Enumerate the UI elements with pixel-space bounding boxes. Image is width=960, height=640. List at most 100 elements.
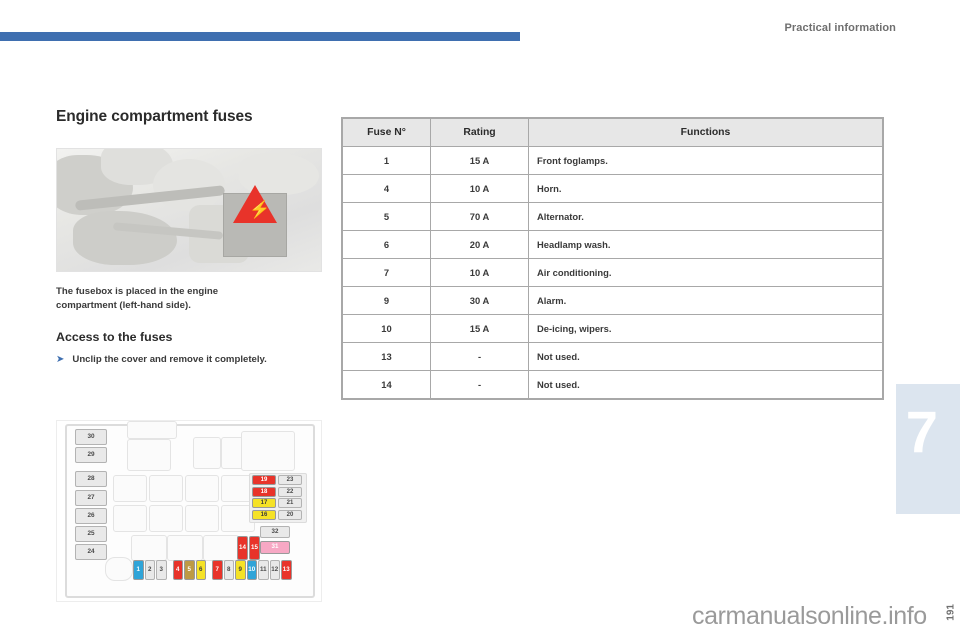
cell-rating: -: [430, 342, 529, 371]
fuse-17: 17: [252, 498, 276, 508]
fuse-20: 20: [278, 509, 302, 520]
page-header-title: Practical information: [784, 22, 896, 34]
arrow-right-icon: ➤: [56, 353, 65, 365]
fuse-21: 21: [278, 498, 302, 508]
fuse-table-container: Fuse N° Rating Functions 1 15 A Front fogl…: [341, 117, 884, 400]
photo-shape: [73, 211, 177, 265]
cell-rating: 20 A: [430, 230, 529, 259]
fuse-5: 5: [184, 560, 195, 580]
relay-slot: [149, 505, 183, 532]
instruction-text: Unclip the cover and remove it completel…: [72, 353, 267, 365]
cell-fuse-number: 10: [342, 314, 431, 343]
fuse-6: 6: [195, 560, 206, 580]
fuse-9: 9: [235, 560, 246, 580]
table-header-row: Fuse N° Rating Functions: [342, 118, 883, 147]
left-column: Engine compartment fuses ⚡ The fusebox i…: [56, 108, 322, 366]
cell-rating: 30 A: [430, 286, 529, 315]
relay-slot: [113, 505, 147, 532]
cell-function: Horn.: [528, 174, 883, 203]
fuse-32: 32: [260, 526, 290, 538]
fuse-8: 8: [223, 560, 234, 580]
relay-slot: [241, 431, 295, 471]
fuse-12: 12: [269, 560, 280, 580]
relay-slot: [203, 535, 239, 561]
cell-fuse-number: 6: [342, 230, 431, 259]
instruction-bullet: ➤ Unclip the cover and remove it complet…: [56, 353, 320, 366]
fuse-26: 26: [75, 508, 107, 524]
fuse-18: 18: [252, 486, 276, 497]
relay-slot: [167, 535, 203, 561]
subsection-title: Access to the fuses: [56, 329, 173, 344]
cell-rating: 15 A: [430, 146, 529, 175]
table-row: 1 15 A Front foglamps.: [342, 146, 883, 175]
table-row: 5 70 A Alternator.: [342, 202, 883, 231]
cell-function: Not used.: [528, 342, 883, 371]
page-number: 191: [946, 604, 957, 621]
photo-caption: The fusebox is placed in the engine comp…: [56, 286, 219, 311]
fuse-3: 3: [156, 560, 167, 580]
relay-slot: [127, 421, 177, 439]
table-row: 14- Not used.: [342, 370, 883, 399]
relay-slot: [149, 475, 183, 502]
fuse-23: 23: [278, 475, 302, 485]
fuse-31: 31: [260, 541, 290, 554]
fuse-24: 24: [75, 544, 107, 560]
relay-slot: [185, 505, 219, 532]
cell-fuse-number: 9: [342, 286, 431, 315]
table-row: 7 10 A Air conditioning.: [342, 258, 883, 287]
cell-function: Alternator.: [528, 202, 883, 231]
fuse-1: 1: [133, 560, 144, 580]
cell-function: De-icing, wipers.: [528, 314, 883, 343]
fusebox-layout-diagram: 30 29 28 27 26 25 24 19 23 18 22 17 21 16 20 32 31 14 15 1 2…: [56, 420, 322, 602]
cell-fuse-number: 14: [342, 370, 431, 399]
cell-function: Alarm.: [528, 286, 883, 315]
column-header-functions: Functions: [528, 118, 883, 147]
fuse-28: 28: [75, 471, 107, 487]
fuse-22: 22: [278, 486, 302, 497]
cell-fuse-number: 13: [342, 342, 431, 371]
relay-slot: [127, 439, 171, 471]
cell-fuse-number: 1: [342, 146, 431, 175]
lightning-bolt-icon: ⚡: [249, 200, 271, 219]
cell-fuse-number: 7: [342, 258, 431, 287]
site-watermark: carmanualsonline.info: [692, 602, 927, 630]
relay-slot: [193, 437, 221, 469]
fuse-11: 11: [258, 560, 269, 580]
page-title: Engine compartment fuses: [56, 108, 253, 125]
column-header-rating: Rating: [430, 118, 529, 147]
table-row: 13- Not used.: [342, 342, 883, 371]
fuse-25: 25: [75, 526, 107, 542]
fuse-13: 13: [281, 560, 292, 580]
fuse-29: 29: [75, 447, 107, 463]
relay-slot: [105, 557, 133, 581]
fuse-19: 19: [252, 475, 276, 485]
fuse-15: 15: [249, 536, 260, 560]
fuse-16: 16: [252, 509, 276, 520]
column-header-fuse-number: Fuse N°: [342, 118, 431, 147]
cell-function: Front foglamps.: [528, 146, 883, 175]
cell-rating: 70 A: [430, 202, 529, 231]
fuse-2: 2: [144, 560, 155, 580]
table-row: 10 15 A De-icing, wipers.: [342, 314, 883, 343]
header-rule: [0, 32, 520, 41]
cell-rating: -: [430, 370, 529, 399]
chapter-number: 7: [905, 400, 938, 465]
cell-fuse-number: 4: [342, 174, 431, 203]
table-row: 6 20 A Headlamp wash.: [342, 230, 883, 259]
cell-rating: 10 A: [430, 258, 529, 287]
relay-slot: [185, 475, 219, 502]
fuse-14: 14: [237, 536, 248, 560]
relay-slot: [131, 535, 167, 561]
fuse-30: 30: [75, 429, 107, 445]
cell-function: Air conditioning.: [528, 258, 883, 287]
fuse-4: 4: [172, 560, 183, 580]
cell-function: Headlamp wash.: [528, 230, 883, 259]
fuse-table: Fuse N° Rating Functions 1 15 A Front fogl…: [342, 118, 883, 399]
cell-rating: 15 A: [430, 314, 529, 343]
engine-bay-photo: ⚡: [56, 148, 322, 272]
photo-shape: [153, 159, 225, 211]
relay-slot: [113, 475, 147, 502]
table-row: 4 10 A Horn.: [342, 174, 883, 203]
cell-function: Not used.: [528, 370, 883, 399]
fuse-7: 7: [212, 560, 223, 580]
